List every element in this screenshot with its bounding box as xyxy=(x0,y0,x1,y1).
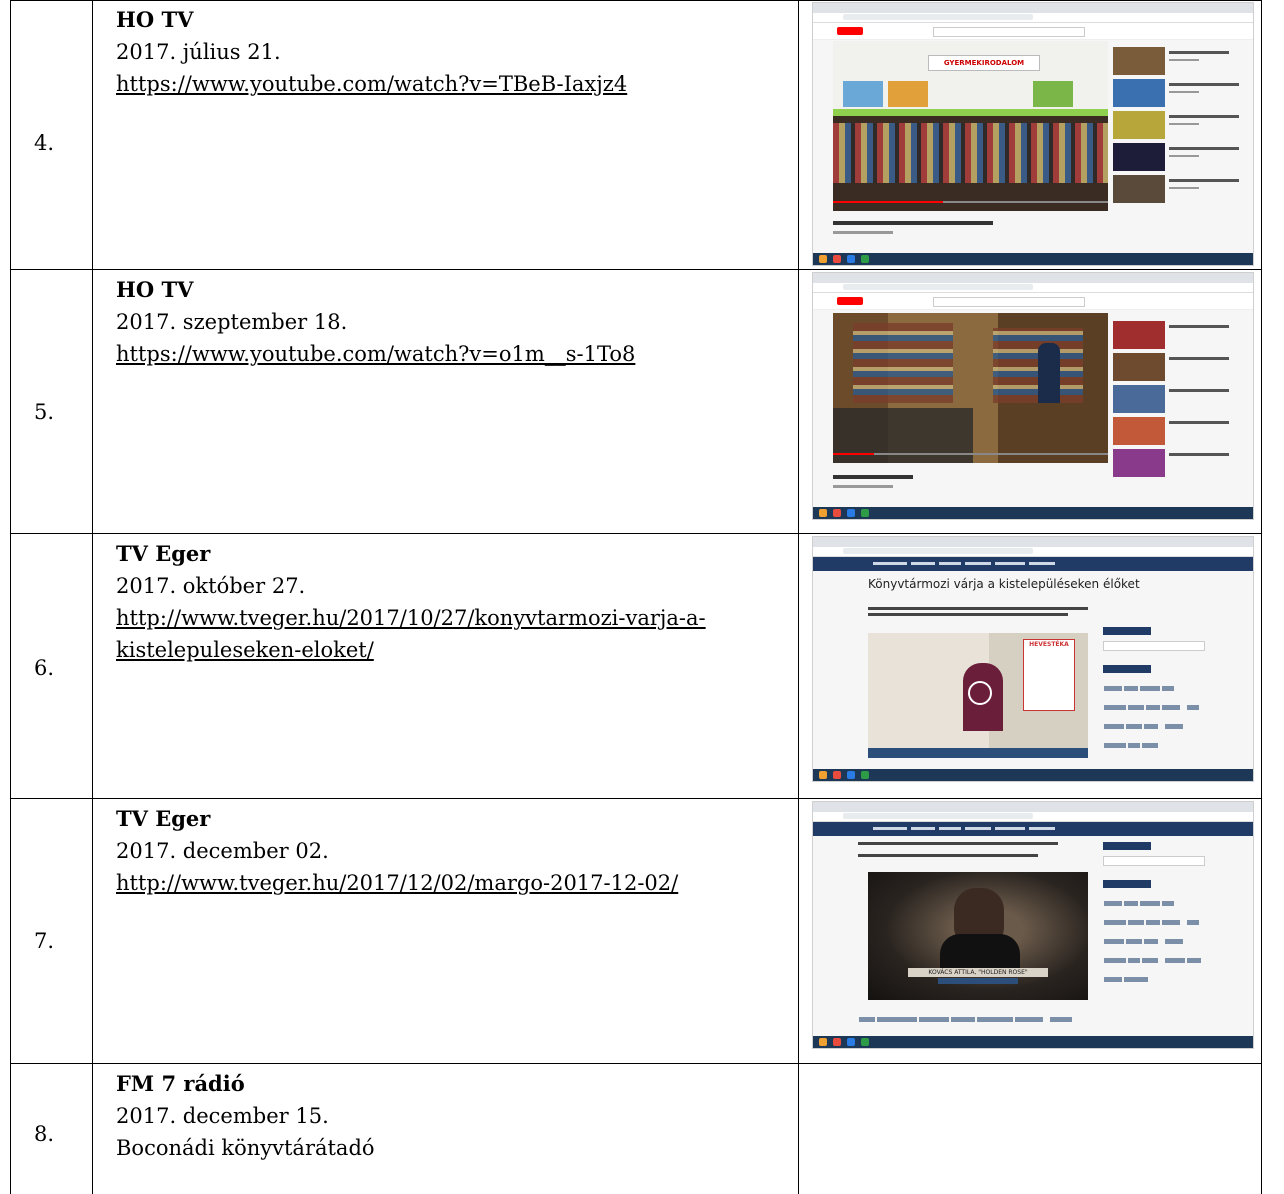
table-row: 7. TV Eger 2017. december 02. http://www… xyxy=(10,799,1262,1064)
archive-sidebar xyxy=(1103,627,1205,753)
screenshot-tveger: KOVÁCS ATTILA, "HOLDEN ROSE" xyxy=(812,801,1254,1049)
entry-info: FM 7 rádió 2017. december 15. Boconádi k… xyxy=(116,1068,796,1164)
channel-name: HO TV xyxy=(116,277,194,302)
broadcast-date: 2017. december 15. xyxy=(116,1104,329,1128)
broadcast-date: 2017. december 02. xyxy=(116,839,329,863)
entry-info: HO TV 2017. július 21. https://www.youtu… xyxy=(116,4,796,100)
row-number: 8. xyxy=(34,1122,55,1146)
channel-name: FM 7 rádió xyxy=(116,1071,245,1096)
channel-name: HO TV xyxy=(116,7,194,32)
video-player xyxy=(833,313,1108,463)
search-field xyxy=(933,27,1085,37)
video-link[interactable]: https://www.youtube.com/watch?v=o1m__s-1… xyxy=(116,338,796,370)
row-number: 4. xyxy=(34,131,55,155)
entry-info: HO TV 2017. szeptember 18. https://www.y… xyxy=(116,274,796,370)
article-video: KOVÁCS ATTILA, "HOLDEN ROSE" xyxy=(868,872,1088,1000)
program-title: Boconádi könyvtárátadó xyxy=(116,1136,375,1160)
hevesteka-poster: HEVESTÉKA xyxy=(1023,639,1075,711)
video-link[interactable]: https://www.youtube.com/watch?v=TBeB-Iax… xyxy=(116,68,796,100)
browser-tabs xyxy=(813,3,1253,13)
video-caption: KOVÁCS ATTILA, "HOLDEN ROSE" xyxy=(908,968,1048,977)
screenshot-youtube: GYERMEKIRODALOM xyxy=(812,2,1254,266)
address-bar xyxy=(813,13,1253,23)
article-link[interactable]: http://www.tveger.hu/2017/12/02/margo-20… xyxy=(116,867,796,899)
article-link[interactable]: http://www.tveger.hu/2017/10/27/konyvtar… xyxy=(116,602,796,666)
row-number: 7. xyxy=(34,929,55,953)
screenshot-tveger: Könyvtármozi várja a kistelepüléseken él… xyxy=(812,536,1254,782)
library-banner: GYERMEKIRODALOM xyxy=(928,55,1040,71)
table-row: 4. HO TV 2017. július 21. https://www.yo… xyxy=(10,0,1262,270)
broadcast-date: 2017. július 21. xyxy=(116,40,281,64)
entry-info: TV Eger 2017. december 02. http://www.tv… xyxy=(116,803,796,899)
youtube-logo-icon xyxy=(837,27,863,35)
table-row: 8. FM 7 rádió 2017. december 15. Boconád… xyxy=(10,1064,1262,1194)
taskbar xyxy=(813,253,1253,265)
related-videos xyxy=(1113,47,1251,207)
video-player: GYERMEKIRODALOM xyxy=(833,41,1108,211)
broadcast-date: 2017. szeptember 18. xyxy=(116,310,348,334)
table-row: 5. HO TV 2017. szeptember 18. https://ww… xyxy=(10,270,1262,534)
broadcast-date: 2017. október 27. xyxy=(116,574,306,598)
channel-name: TV Eger xyxy=(116,806,211,831)
youtube-header xyxy=(813,23,1253,40)
row-number: 6. xyxy=(34,656,55,680)
youtube-logo-icon xyxy=(837,297,863,305)
screenshot-youtube xyxy=(812,272,1254,520)
channel-name: TV Eger xyxy=(116,541,211,566)
table-row: 6. TV Eger 2017. október 27. http://www.… xyxy=(10,534,1262,799)
article-video: HEVESTÉKA xyxy=(868,633,1088,758)
row-number: 5. xyxy=(34,400,55,424)
article-headline: Könyvtármozi várja a kistelepüléseken él… xyxy=(868,577,1140,591)
entry-info: TV Eger 2017. október 27. http://www.tve… xyxy=(116,538,796,666)
tveger-nav xyxy=(813,557,1253,571)
